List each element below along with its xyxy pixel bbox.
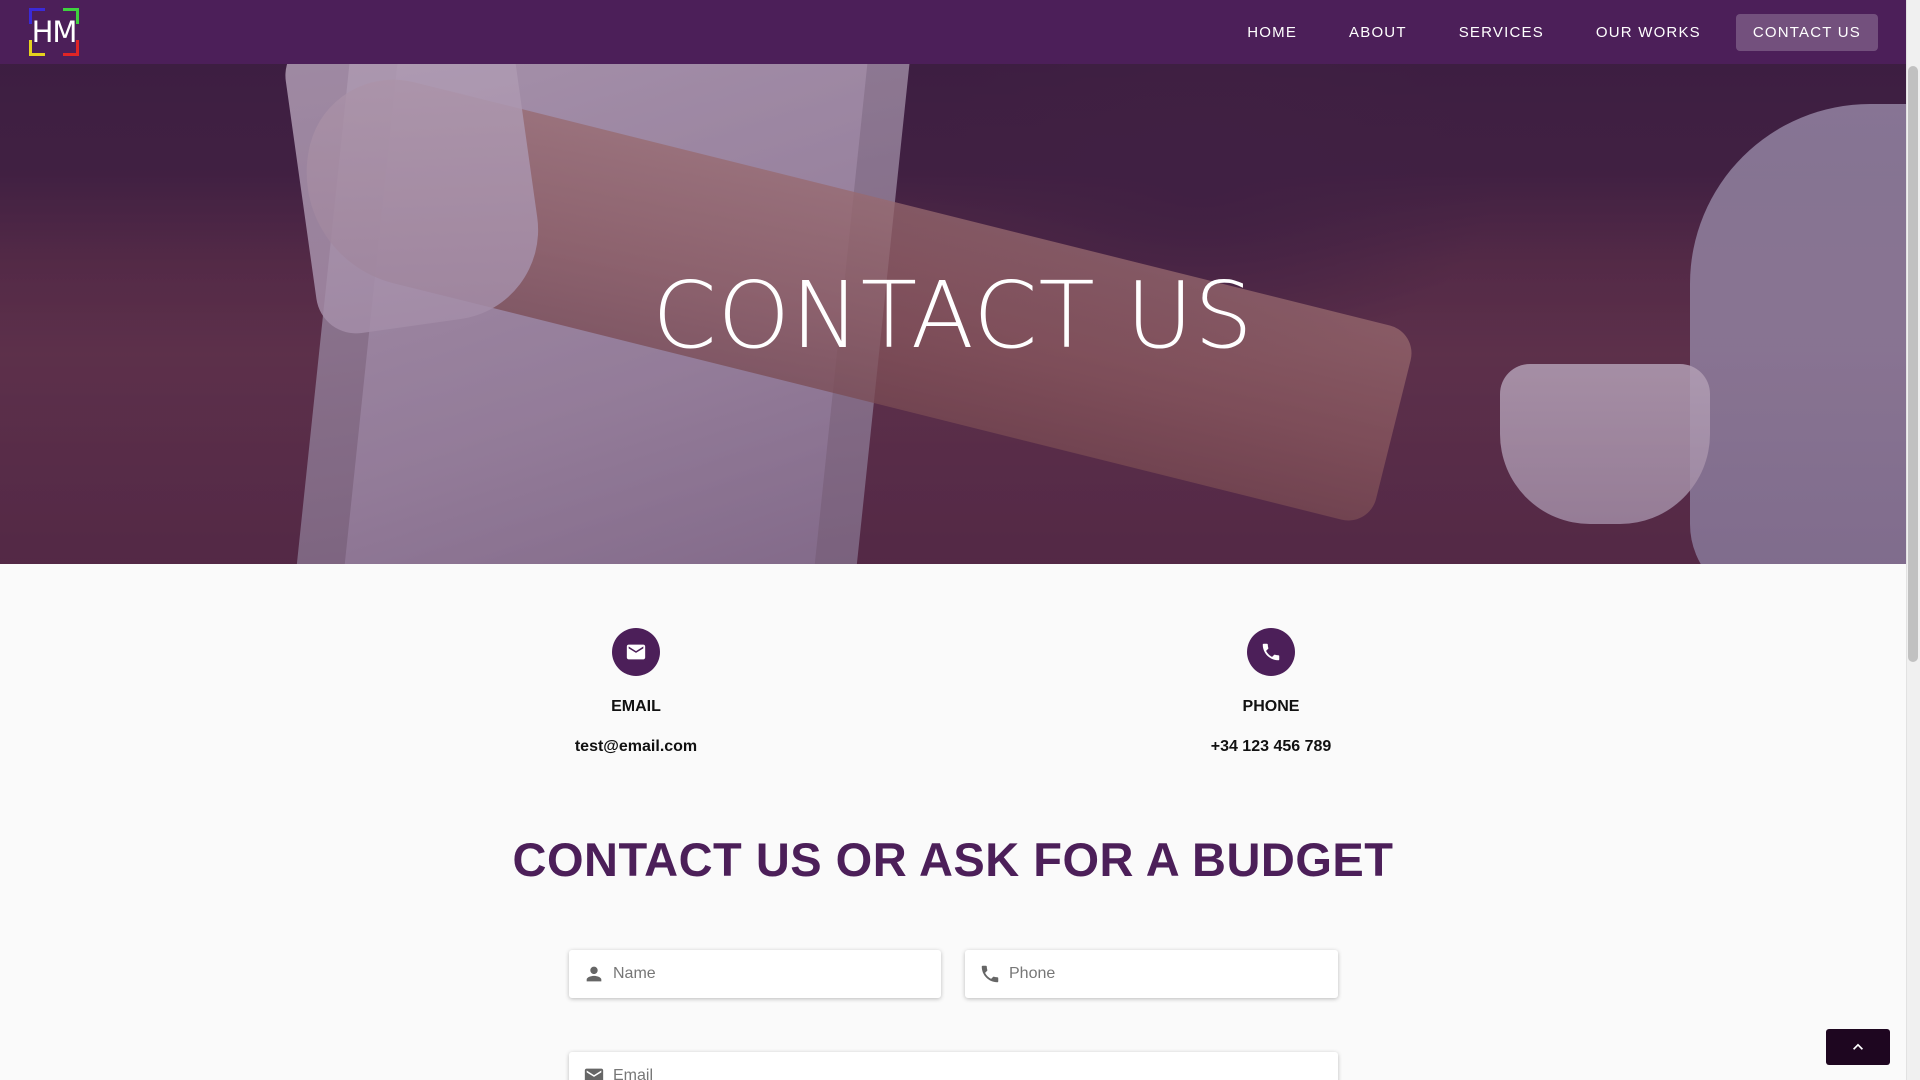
top-navbar: HM HOME ABOUT SERVICES OUR WORKS CONTACT… <box>0 0 1906 64</box>
chevron-up-icon <box>1853 1043 1863 1050</box>
back-to-top-button[interactable] <box>1826 1029 1890 1065</box>
scrollbar-thumb[interactable] <box>1908 66 1918 662</box>
phone-field[interactable] <box>965 950 1338 998</box>
phone-icon <box>1247 628 1295 676</box>
logo-corner-yellow <box>29 40 45 56</box>
mail-icon <box>612 628 660 676</box>
email-input[interactable] <box>613 1052 1338 1080</box>
nav-services[interactable]: SERVICES <box>1442 14 1561 51</box>
form-title: CONTACT US OR ASK FOR A BUDGET <box>512 833 1394 886</box>
phone-value: +34 123 456 789 <box>1210 738 1332 755</box>
logo-corner-green <box>63 8 79 24</box>
name-field[interactable] <box>569 950 941 998</box>
page-scrollbar[interactable] <box>1906 0 1920 1080</box>
email-value: test@email.com <box>574 738 698 755</box>
brand-logo[interactable]: HM <box>28 7 80 57</box>
hero-title: CONTACT US <box>652 262 1254 369</box>
phone-field-icon <box>981 965 999 983</box>
main-nav: HOME ABOUT SERVICES OUR WORKS CONTACT US <box>1230 13 1878 51</box>
logo-corner-blue <box>29 8 45 24</box>
logo-corner-red <box>63 40 79 56</box>
email-field[interactable] <box>569 1052 1338 1080</box>
phone-input[interactable] <box>1009 950 1338 998</box>
nav-about[interactable]: ABOUT <box>1332 14 1424 51</box>
email-field-icon <box>584 1068 604 1080</box>
email-info: EMAIL test@email.com <box>506 628 766 756</box>
person-icon <box>586 966 602 982</box>
nav-contact-us[interactable]: CONTACT US <box>1735 13 1878 51</box>
hero-banner: CONTACT US <box>0 64 1906 564</box>
email-label: EMAIL <box>611 698 661 715</box>
nav-our-works[interactable]: OUR WORKS <box>1579 14 1718 51</box>
name-input[interactable] <box>613 950 941 998</box>
nav-home[interactable]: HOME <box>1230 14 1314 51</box>
phone-label: PHONE <box>1242 698 1300 715</box>
phone-info: PHONE +34 123 456 789 <box>1141 628 1401 756</box>
